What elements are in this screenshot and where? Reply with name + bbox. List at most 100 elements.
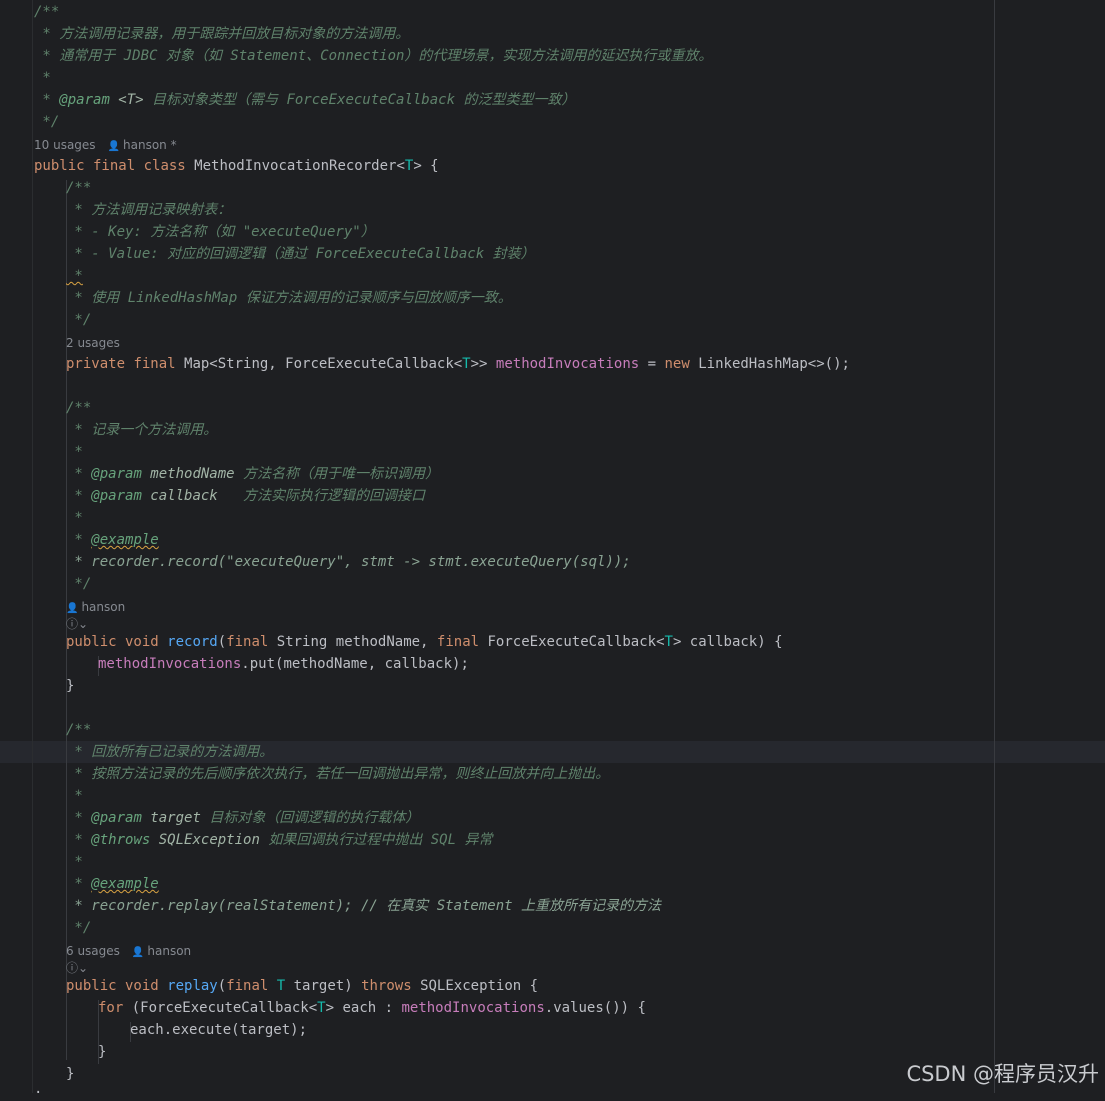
doc-tag: @param — [59, 92, 110, 108]
author-name[interactable]: hanson * — [123, 138, 177, 152]
replay-doc-open: /** — [66, 722, 92, 738]
keyword: final — [84, 158, 136, 174]
record-doc-open: /** — [66, 400, 92, 416]
field-doc-line: * 使用 LinkedHashMap 保证方法调用的记录顺序与回放顺序一致。 — [66, 290, 512, 306]
doc-tag: @param — [91, 810, 142, 826]
doc-param-desc: 目标对象（回调逻辑的执行载体） — [200, 810, 420, 826]
replay-doc-line: * — [66, 854, 83, 870]
gutter-divider — [32, 0, 33, 1093]
code-punctuation: = — [639, 356, 665, 372]
record-doc-close: */ — [66, 576, 92, 592]
class-doc-open: /** — [34, 4, 60, 20]
replay-doc-line: * 按照方法记录的先后顺序依次执行，若任一回调抛出异常，则终止回放并向上抛出。 — [66, 766, 610, 782]
doc-star: * — [66, 532, 92, 548]
doc-tag: @param — [91, 488, 142, 504]
doc-star: * — [66, 832, 92, 848]
author-name[interactable]: hanson — [81, 600, 125, 614]
field-doc-line: * — [66, 265, 83, 287]
method-name[interactable]: record — [159, 634, 218, 650]
method-name[interactable]: replay — [159, 978, 218, 994]
replay-inlay-hint[interactable]: 6 usages 👤 hanson — [66, 943, 191, 959]
replay-doc-close: */ — [66, 920, 92, 936]
keyword: public — [34, 158, 85, 174]
replay-doc-line: * — [66, 788, 83, 804]
class-inlay-hint[interactable]: 10 usages 👤 hanson * — [34, 137, 177, 153]
keyword: void — [116, 634, 159, 650]
code-punctuation: >> — [470, 356, 496, 372]
inspection-chevron-icon[interactable]: ⓘ⌄ — [66, 961, 88, 975]
doc-param-desc: 如果回调执行过程中抛出 SQL 异常 — [259, 832, 493, 848]
person-icon: 👤 — [131, 947, 145, 958]
usages-count[interactable]: 10 usages — [34, 138, 96, 152]
keyword: private — [66, 356, 126, 372]
person-icon: 👤 — [107, 141, 120, 152]
type-parameter: T — [268, 978, 286, 994]
doc-param-desc: 目标对象类型（需与 ForceExecuteCallback 的泛型类型一致） — [143, 92, 576, 108]
class-declaration: public final class MethodInvocationRecor… — [34, 155, 439, 177]
keyword: new — [664, 356, 690, 372]
replay-inspection-hint[interactable]: ⓘ⌄ — [66, 960, 88, 976]
doc-tag: @example — [91, 532, 159, 548]
doc-star: * — [66, 268, 83, 284]
method-param: > callback) { — [672, 634, 783, 650]
keyword: final — [125, 356, 176, 372]
record-doc-line: * — [66, 444, 83, 460]
type-parameter: T — [462, 356, 471, 372]
closing-brace: } — [66, 678, 75, 694]
record-doc-line: * — [66, 510, 83, 526]
method-param: ForceExecuteCallback< — [479, 634, 665, 650]
record-inspection-hint[interactable]: ⓘ⌄ — [66, 616, 88, 632]
keyword: final — [226, 978, 269, 994]
code-punctuation: ( — [217, 978, 227, 994]
doc-param-name: methodName — [141, 466, 235, 482]
type-parameter: T — [664, 634, 673, 650]
doc-star: * — [66, 488, 92, 504]
keyword: final — [436, 634, 480, 650]
replay-doc-example: * @example — [66, 873, 159, 895]
class-doc-line: * — [34, 70, 51, 86]
keyword: public — [66, 978, 117, 994]
replay-declaration: public void replay(final T target) throw… — [66, 975, 538, 997]
person-icon: 👤 — [66, 603, 79, 614]
record-declaration: public void record(final String methodNa… — [66, 631, 783, 653]
field-inlay-hint[interactable]: 2 usages — [66, 335, 120, 351]
method-param: String methodName, — [268, 634, 437, 650]
replay-doc-throws: * @throws SQLException 如果回调执行过程中抛出 SQL 异… — [66, 829, 492, 851]
usages-count[interactable]: 2 usages — [66, 336, 120, 350]
keyword: for — [98, 1000, 124, 1016]
field-name[interactable]: methodInvocations — [98, 656, 241, 672]
right-margin-guide — [994, 0, 995, 1093]
record-doc-param: * @param methodName 方法名称（用于唯一标识调用） — [66, 463, 439, 485]
record-doc-line: * 记录一个方法调用。 — [66, 422, 218, 438]
field-declaration: private final Map<String, ForceExecuteCa… — [66, 353, 850, 375]
loop-head: > each : — [325, 1000, 402, 1016]
code-punctuation: ( — [217, 634, 227, 650]
keyword: final — [226, 634, 269, 650]
doc-param-name: callback — [141, 488, 218, 504]
class-closing-brace-fragment: · — [34, 1085, 43, 1101]
doc-tag: @example — [91, 876, 159, 892]
method-param: target) — [285, 978, 362, 994]
class-doc-line: * 方法调用记录器，用于跟踪并回放目标对象的方法调用。 — [34, 26, 410, 42]
field-doc-close: */ — [66, 312, 92, 328]
field-name[interactable]: methodInvocations — [496, 356, 639, 372]
replay-doc-param: * @param target 目标对象（回调逻辑的执行载体） — [66, 807, 419, 829]
code-editor[interactable]: /** * 方法调用记录器，用于跟踪并回放目标对象的方法调用。 * 通常用于 J… — [0, 0, 1105, 1100]
type-parameter: T — [317, 1000, 326, 1016]
record-doc-example: * @example — [66, 529, 159, 551]
keyword: public — [66, 634, 117, 650]
field-name[interactable]: methodInvocations — [401, 1000, 544, 1016]
watermark: CSDN @程序员汉升 — [906, 1062, 1099, 1086]
record-doc-code: * recorder.record("executeQuery", stmt -… — [66, 554, 631, 570]
inspection-chevron-icon[interactable]: ⓘ⌄ — [66, 617, 88, 631]
field-doc-line: * - Value: 对应的回调逻辑（通过 ForceExecuteCallba… — [66, 246, 535, 262]
class-name[interactable]: MethodInvocationRecorder< — [186, 158, 405, 174]
field-doc-line: * 方法调用记录映射表： — [66, 202, 232, 218]
record-inlay-hint[interactable]: 👤 hanson — [66, 599, 125, 615]
for-loop: for (ForceExecuteCallback<T> each : meth… — [98, 997, 646, 1019]
author-name[interactable]: hanson — [147, 944, 191, 958]
doc-param-name: SQLException — [150, 832, 260, 848]
usages-count[interactable]: 6 usages — [66, 944, 120, 958]
doc-star: * — [66, 876, 92, 892]
keyword: void — [116, 978, 159, 994]
